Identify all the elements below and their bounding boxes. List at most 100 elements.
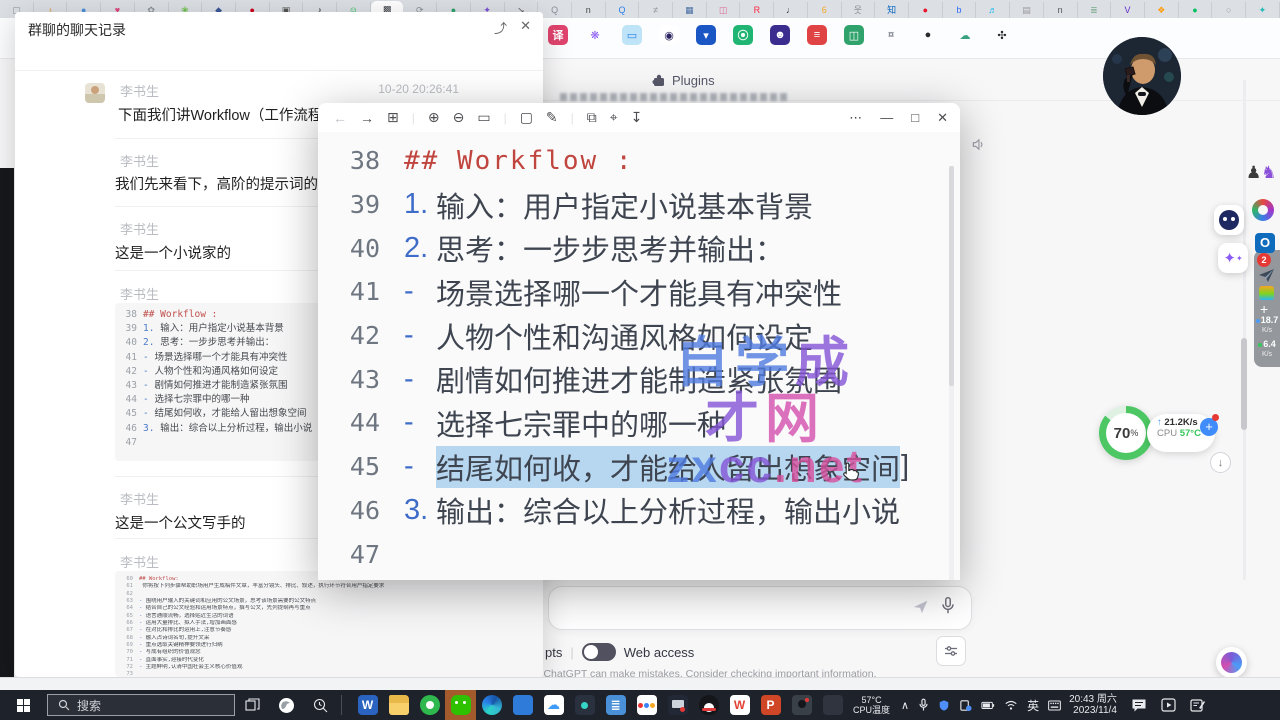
cortana-swirl-button[interactable] bbox=[269, 690, 303, 720]
mic-icon[interactable] bbox=[940, 596, 956, 616]
browser-tab[interactable]: ❖ bbox=[1145, 2, 1179, 18]
browser-tab[interactable]: V bbox=[1111, 2, 1145, 18]
bookmark-icon[interactable]: ● bbox=[918, 25, 938, 45]
browser-tab[interactable]: 知 bbox=[875, 2, 909, 18]
battery-icon[interactable] bbox=[981, 699, 995, 711]
bookmark-icon[interactable]: ≡ bbox=[807, 25, 827, 45]
browser-tab[interactable]: 6 bbox=[808, 2, 842, 18]
mini-player-icon[interactable] bbox=[1161, 698, 1176, 712]
browser-tab[interactable]: ♬ bbox=[976, 2, 1010, 18]
browser-tab[interactable]: n bbox=[572, 2, 606, 18]
share-icon[interactable]: ⤴ bbox=[494, 18, 507, 37]
taskbar-app-button[interactable] bbox=[662, 690, 693, 720]
browser-tab[interactable]: ≠ bbox=[639, 2, 673, 18]
taskbar-app-button[interactable]: W bbox=[724, 690, 755, 720]
browser-tab[interactable]: R bbox=[740, 2, 774, 18]
taskbar-app-button[interactable] bbox=[414, 690, 445, 720]
web-access-toggle[interactable] bbox=[582, 643, 616, 661]
taskbar-app-button[interactable] bbox=[817, 690, 848, 720]
toolbar-icon[interactable]: ↧ bbox=[631, 109, 643, 126]
window-control-icon[interactable]: ✕ bbox=[937, 110, 948, 126]
bookmark-icon[interactable]: ❋ bbox=[585, 25, 605, 45]
toolbar-icon[interactable]: | bbox=[412, 111, 415, 125]
browser-tab[interactable]: Q bbox=[538, 2, 572, 18]
page-scrollbar-track[interactable] bbox=[1243, 80, 1246, 580]
bookmark-icon[interactable]: ▭ bbox=[622, 25, 642, 45]
shield-icon[interactable] bbox=[938, 699, 950, 712]
outlook-icon[interactable]: O bbox=[1255, 233, 1275, 253]
plugins-selector[interactable]: Plugins bbox=[652, 70, 715, 90]
taskbar-app-button[interactable] bbox=[569, 690, 600, 720]
browser-tab[interactable]: 웃 bbox=[842, 2, 876, 18]
browser-tab[interactable]: ♩ bbox=[774, 2, 808, 18]
taskbar-app-button[interactable] bbox=[693, 690, 724, 720]
cpu-temp-tray[interactable]: 57°CCPU温度 bbox=[853, 695, 890, 715]
toolbar-icon[interactable]: ⧉ bbox=[587, 109, 597, 126]
color-bars-icon[interactable] bbox=[1259, 286, 1274, 300]
window-control-icon[interactable]: — bbox=[880, 110, 893, 125]
browser-tab[interactable]: ≣ bbox=[1078, 2, 1112, 18]
input-settings-button[interactable] bbox=[936, 636, 966, 666]
bookmark-icon[interactable]: ◫ bbox=[844, 25, 864, 45]
close-icon[interactable]: ✕ bbox=[520, 18, 531, 34]
browser-tab[interactable]: ✦ bbox=[1246, 2, 1280, 18]
device-cast-icon[interactable] bbox=[959, 699, 972, 712]
bookmark-icon[interactable]: ¤ bbox=[881, 25, 901, 45]
floating-assistant-ball[interactable] bbox=[1216, 647, 1247, 678]
taskbar-app-button[interactable] bbox=[507, 690, 538, 720]
browser-tab[interactable]: b bbox=[943, 2, 977, 18]
taskbar-app-button[interactable]: P bbox=[755, 690, 786, 720]
toolbar-icon[interactable]: | bbox=[571, 111, 574, 125]
taskbar-app-button[interactable]: ☁ bbox=[538, 690, 569, 720]
taskbar-app-button[interactable] bbox=[476, 690, 507, 720]
page-scrollbar-thumb[interactable] bbox=[1241, 338, 1247, 430]
taskbar-app-button[interactable] bbox=[383, 690, 414, 720]
viewer-scrollbar-thumb[interactable] bbox=[949, 166, 954, 386]
cpu-usage-ring[interactable]: 70% bbox=[1099, 406, 1153, 460]
toolbar-icon[interactable]: ✎ bbox=[546, 109, 558, 126]
notes-pen-icon[interactable] bbox=[1190, 698, 1205, 712]
wifi-icon[interactable] bbox=[1004, 699, 1018, 711]
toolbar-icon[interactable]: ⌖ bbox=[610, 109, 618, 126]
bookmark-icon[interactable]: ✣ bbox=[992, 25, 1012, 45]
taskbar-search[interactable]: 搜索 bbox=[47, 694, 235, 716]
notification-comment-icon[interactable] bbox=[1131, 698, 1147, 712]
bookmark-icon[interactable]: ◉ bbox=[659, 25, 679, 45]
sparkle-assistant-button[interactable]: ✦✦ bbox=[1218, 243, 1248, 273]
scroll-to-bottom-button[interactable]: ↓ bbox=[1210, 452, 1231, 473]
bookmark-icon[interactable]: ☁ bbox=[955, 25, 975, 45]
task-view-button[interactable] bbox=[235, 690, 269, 720]
send-icon[interactable] bbox=[912, 598, 930, 616]
taskbar-app-button[interactable] bbox=[786, 690, 817, 720]
search-clock-button[interactable] bbox=[303, 690, 337, 720]
taskbar-app-button[interactable]: ≣ bbox=[600, 690, 631, 720]
paper-plane-icon[interactable] bbox=[1258, 268, 1275, 283]
window-control-icon[interactable]: □ bbox=[911, 110, 919, 125]
chat-input[interactable] bbox=[548, 586, 972, 630]
taskbar-app-button[interactable] bbox=[445, 690, 476, 720]
toolbar-icon[interactable]: ▢ bbox=[520, 109, 533, 126]
avatar[interactable] bbox=[85, 83, 105, 103]
browser-tab[interactable]: ● bbox=[909, 2, 943, 18]
bookmark-icon[interactable]: 译 bbox=[548, 25, 568, 45]
input-language-indicator[interactable]: 英 bbox=[1027, 697, 1039, 714]
toolbar-icon[interactable]: ⊖ bbox=[453, 109, 465, 126]
taskbar-app-button[interactable]: W bbox=[352, 690, 383, 720]
toolbar-icon[interactable]: → bbox=[360, 110, 374, 126]
browser-tab[interactable]: n bbox=[1044, 2, 1078, 18]
window-control-icon[interactable]: ⋯ bbox=[849, 110, 862, 126]
browser-tab[interactable]: ◫ bbox=[707, 2, 741, 18]
start-button[interactable] bbox=[0, 690, 46, 720]
hidden-icons-chevron[interactable]: ∧ bbox=[901, 699, 909, 712]
browser-tab[interactable]: ▦ bbox=[673, 2, 707, 18]
touch-keyboard-icon[interactable] bbox=[1048, 700, 1061, 711]
browser-tab[interactable]: ▤ bbox=[1010, 2, 1044, 18]
browser-tab[interactable]: ○ bbox=[1212, 2, 1246, 18]
bookmark-icon[interactable]: ▾ bbox=[696, 25, 716, 45]
mic-tray-icon[interactable] bbox=[918, 698, 929, 712]
bookmark-icon[interactable]: ⦿ bbox=[733, 25, 753, 45]
toolbar-icon[interactable]: ⊞ bbox=[387, 109, 399, 126]
bookmark-icon[interactable]: ☻ bbox=[770, 25, 790, 45]
read-aloud-icon[interactable] bbox=[971, 138, 985, 151]
toolbar-icon[interactable]: ← bbox=[333, 110, 347, 126]
